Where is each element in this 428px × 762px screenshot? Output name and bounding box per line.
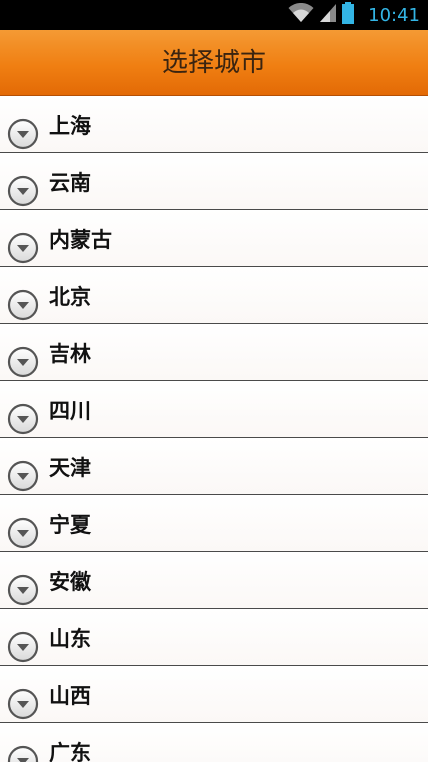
chevron-down-circle-icon — [7, 631, 39, 663]
title-bar: 选择城市 — [0, 30, 428, 96]
city-item-5[interactable]: 四川 — [0, 381, 428, 438]
city-item-8[interactable]: 安徽 — [0, 552, 428, 609]
status-bar: 10:41 — [0, 0, 428, 30]
chevron-down-circle-icon — [7, 403, 39, 435]
battery-icon — [342, 2, 355, 28]
city-label: 四川 — [49, 399, 91, 423]
city-label: 吉林 — [49, 342, 91, 366]
city-item-0[interactable]: 上海 — [0, 96, 428, 153]
city-label: 云南 — [49, 171, 91, 195]
chevron-down-circle-icon — [7, 460, 39, 492]
wifi-icon — [288, 2, 314, 27]
city-label: 宁夏 — [49, 513, 91, 537]
city-item-7[interactable]: 宁夏 — [0, 495, 428, 552]
city-item-10[interactable]: 山西 — [0, 666, 428, 723]
chevron-down-circle-icon — [7, 745, 39, 762]
city-label: 上海 — [49, 114, 91, 138]
city-label: 天津 — [49, 456, 91, 480]
city-item-4[interactable]: 吉林 — [0, 324, 428, 381]
chevron-down-circle-icon — [7, 289, 39, 321]
city-label: 安徽 — [49, 570, 91, 594]
city-item-6[interactable]: 天津 — [0, 438, 428, 495]
chevron-down-circle-icon — [7, 688, 39, 720]
city-item-1[interactable]: 云南 — [0, 153, 428, 210]
city-label: 广东 — [49, 741, 91, 762]
city-label: 山东 — [49, 627, 91, 651]
chevron-down-circle-icon — [7, 118, 39, 150]
chevron-down-circle-icon — [7, 517, 39, 549]
city-label: 山西 — [49, 684, 91, 708]
city-item-9[interactable]: 山东 — [0, 609, 428, 666]
clock: 10:41 — [368, 4, 420, 26]
city-label: 内蒙古 — [49, 228, 112, 252]
chevron-down-circle-icon — [7, 232, 39, 264]
city-item-11[interactable]: 广东 — [0, 723, 428, 762]
city-label: 北京 — [49, 285, 91, 309]
city-item-3[interactable]: 北京 — [0, 267, 428, 324]
chevron-down-circle-icon — [7, 346, 39, 378]
signal-icon — [320, 4, 337, 26]
chevron-down-circle-icon — [7, 574, 39, 606]
city-list[interactable]: 上海 云南 内蒙古 北京 吉林 四川 天津 宁夏 安徽 山东 山西 广东 — [0, 96, 428, 762]
city-item-2[interactable]: 内蒙古 — [0, 210, 428, 267]
status-icons: 10:41 — [288, 0, 420, 30]
page-title: 选择城市 — [161, 48, 266, 78]
chevron-down-circle-icon — [7, 175, 39, 207]
